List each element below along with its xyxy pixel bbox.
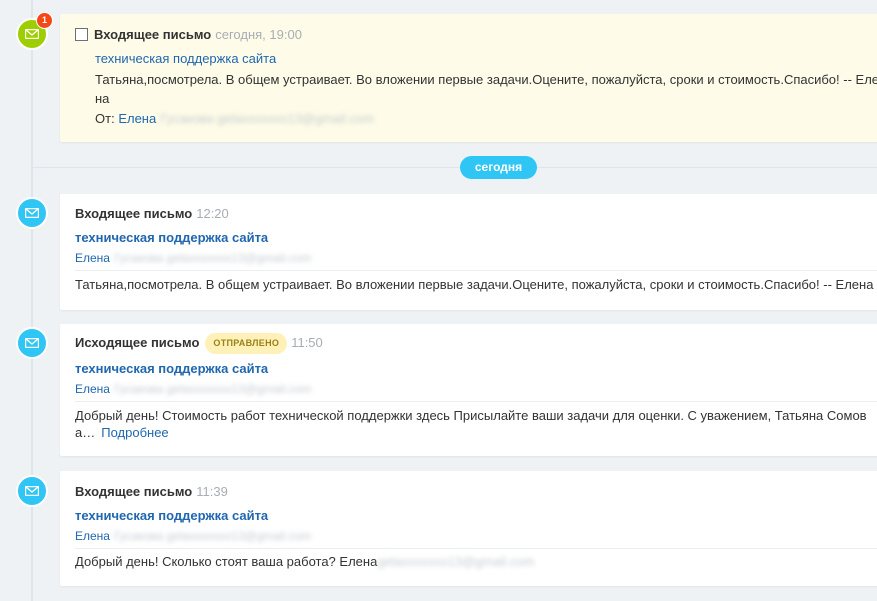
card-title: Входящее письмо (75, 484, 193, 499)
day-separator-label: сегодня (460, 156, 537, 179)
email-card-1[interactable]: Входящее письмо 12:20 техническая поддерж… (60, 194, 877, 310)
sender-name-link[interactable]: Елена (75, 529, 110, 543)
email-subject-link[interactable]: техническая поддержка сайта (95, 51, 276, 66)
from-name-link[interactable]: Елена (118, 111, 156, 126)
card-divider (75, 270, 877, 271)
card-divider (75, 548, 877, 549)
card-subject-row: техническая поддержка сайта (75, 361, 268, 376)
card-title: Входящее письмо (75, 206, 193, 221)
pending-email-card[interactable]: Входящее письмо сегодня, 19:00 техническа… (60, 14, 877, 142)
item-1-mail-icon (16, 197, 48, 229)
card-title: Входящее письмо (94, 27, 212, 42)
card-header: Входящее письмо 12:20 (75, 206, 229, 221)
status-badge: ОТПРАВЛЕНО (205, 333, 288, 354)
email-body-line2: на (95, 91, 110, 106)
card-subject-row: техническая поддержка сайта (75, 230, 268, 245)
card-time: 11:39 (196, 484, 228, 499)
mail-icon (25, 29, 39, 39)
card-divider (75, 401, 877, 402)
card-time: 12:20 (196, 206, 229, 221)
email-subject-link[interactable]: техническая поддержка сайта (75, 230, 268, 245)
email-body-blurred: gelaxxxxxxx13@gmail.com (377, 554, 535, 569)
card-time: сегодня, 19:00 (215, 27, 302, 42)
email-body: Добрый день! Сколько стоят ваша работа? … (75, 554, 378, 569)
mail-icon (25, 338, 39, 348)
sender-email-blurred: Гусакова gelaxxxxxxx13@gmail.com (113, 382, 312, 396)
activity-feed: 1 Входящее письмо сегодня, 19:00 техничес… (0, 0, 877, 601)
email-subject-link[interactable]: техническая поддержка сайта (75, 508, 268, 523)
card-time: 11:50 (291, 335, 323, 350)
from-email-blurred: Гусакова gelaxxxxxxx13@gmail.com (160, 111, 375, 126)
item-3-mail-icon (16, 475, 48, 507)
card-header: Входящее письмо сегодня, 19:00 (75, 27, 302, 42)
email-card-2[interactable]: Исходящее письмо ОТПРАВЛЕНО 11:50 техничес… (60, 324, 877, 456)
from-row: От: Елена Гусакова gelaxxxxxxx13@gmail.co… (95, 111, 374, 126)
card-header: Исходящее письмо ОТПРАВЛЕНО 11:50 (75, 333, 323, 354)
card-header: Входящее письмо 11:39 (75, 484, 228, 499)
card-subject-row: техническая поддержка сайта (75, 508, 268, 523)
sender-row: Елена Гусакова gelaxxxxxxx13@gmail.com (75, 251, 311, 265)
sender-name-link[interactable]: Елена (75, 382, 110, 396)
sender-name-link[interactable]: Елена (75, 251, 110, 265)
complete-checkbox[interactable] (75, 28, 88, 41)
sender-row: Елена Гусакова gelaxxxxxxx13@gmail.com (75, 382, 311, 396)
sender-email-blurred: Гусакова gelaxxxxxxx13@gmail.com (113, 529, 312, 543)
email-body-row: Добрый день! Сколько стоят ваша работа? … (75, 554, 534, 569)
email-body-line2-row: а… Подробнее (75, 425, 169, 440)
sender-row: Елена Гусакова gelaxxxxxxx13@gmail.com (75, 529, 311, 543)
card-title: Исходящее письмо (75, 335, 200, 350)
email-subject-link[interactable]: техническая поддержка сайта (75, 361, 268, 376)
card-subject-row: техническая поддержка сайта (95, 51, 276, 66)
item-2-mail-icon (16, 327, 48, 359)
email-body: Татьяна,посмотрела. В общем устраивает. … (75, 277, 874, 292)
more-link[interactable]: Подробнее (101, 425, 168, 440)
from-label: От: (95, 111, 115, 126)
email-body-line1: Добрый день! Стоимость работ технической… (75, 408, 867, 423)
counter-badge: 1 (37, 13, 52, 28)
timeline-line (31, 0, 33, 601)
email-body-line1: Татьяна,посмотрела. В общем устраивает. … (95, 72, 877, 87)
email-card-3[interactable]: Входящее письмо 11:39 техническая поддерж… (60, 471, 877, 586)
sender-email-blurred: Гусакова gelaxxxxxxx13@gmail.com (113, 251, 312, 265)
day-separator-line (33, 167, 877, 168)
mail-icon (25, 486, 39, 496)
mail-icon (25, 208, 39, 218)
email-body-line2: а… (75, 425, 96, 440)
